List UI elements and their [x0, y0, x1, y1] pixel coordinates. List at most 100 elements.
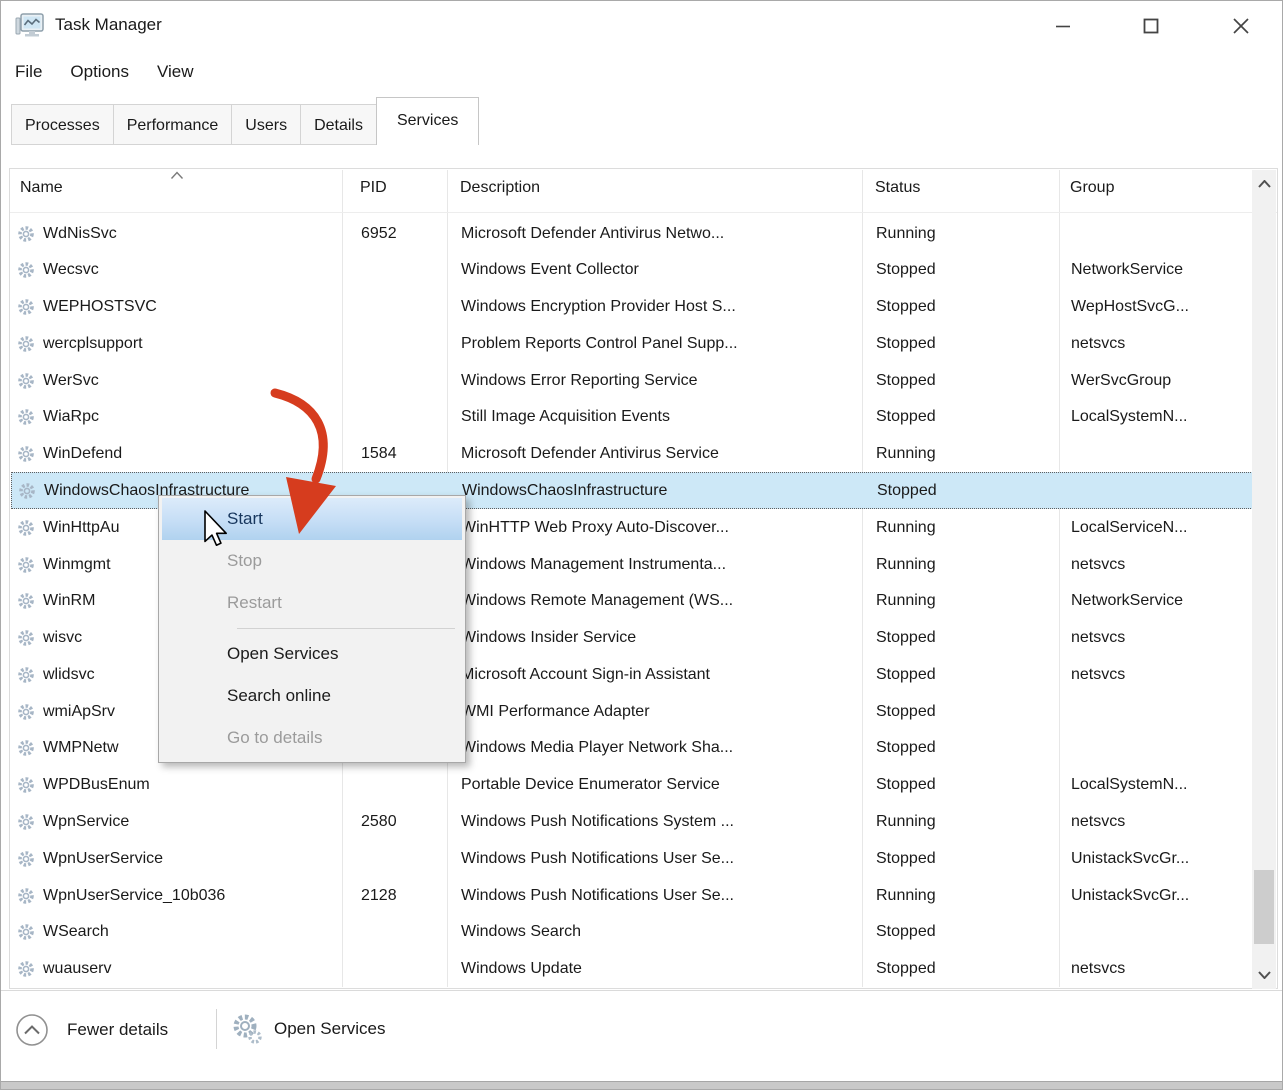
- cell-name: wercplsupport: [43, 335, 143, 353]
- menu-item-options[interactable]: Options: [70, 57, 129, 91]
- cell-name: WiaRpc: [43, 408, 99, 426]
- cell-description: Microsoft Defender Antivirus Netwo...: [461, 225, 724, 243]
- cell-name: wisvc: [43, 629, 82, 647]
- cell-status: Stopped: [876, 372, 936, 390]
- title-bar: Task Manager: [1, 1, 1282, 51]
- menu-item-file[interactable]: File: [15, 57, 42, 91]
- vertical-scrollbar[interactable]: [1252, 170, 1276, 989]
- cell-status: Running: [876, 225, 936, 243]
- cell-group: WepHostSvcG...: [1071, 298, 1189, 316]
- service-gear-icon: [17, 556, 35, 574]
- context-menu-item-start[interactable]: Start: [162, 498, 462, 540]
- close-button[interactable]: [1219, 7, 1263, 45]
- table-row[interactable]: WEPHOSTSVCWindows Encryption Provider Ho…: [11, 289, 1253, 326]
- cell-name: Wecsvc: [43, 261, 99, 279]
- tab-users[interactable]: Users: [231, 104, 301, 145]
- cell-status: Stopped: [876, 960, 936, 978]
- column-header-name[interactable]: Name: [20, 179, 63, 197]
- cell-group: LocalServiceN...: [1071, 519, 1188, 537]
- table-row[interactable]: WinDefend1584Microsoft Defender Antiviru…: [11, 436, 1253, 473]
- cell-group: LocalSystemN...: [1071, 776, 1187, 794]
- service-gear-icon: [17, 372, 35, 390]
- service-gear-icon: [17, 776, 35, 794]
- cell-status: Stopped: [876, 335, 936, 353]
- cell-name: wmiApSrv: [43, 703, 115, 721]
- service-gear-icon: [17, 261, 35, 279]
- cell-description: Still Image Acquisition Events: [461, 408, 670, 426]
- table-row[interactable]: WpnUserServiceWindows Push Notifications…: [11, 840, 1253, 877]
- cell-name: WpnUserService_10b036: [43, 887, 225, 905]
- cell-status: Stopped: [876, 408, 936, 426]
- column-header-pid[interactable]: PID: [360, 179, 387, 197]
- task-manager-window: Task Manager File Options View ProcessesPe…: [0, 0, 1283, 1090]
- tab-performance[interactable]: Performance: [113, 104, 233, 145]
- context-menu-separator: [237, 628, 455, 629]
- service-gear-icon: [17, 923, 35, 941]
- cell-status: Running: [876, 556, 936, 574]
- cell-status: Running: [876, 813, 936, 831]
- cell-description: Windows Push Notifications User Se...: [461, 887, 734, 905]
- maximize-icon: [1143, 18, 1159, 34]
- column-header-group[interactable]: Group: [1070, 179, 1114, 197]
- menu-bar: File Options View: [1, 57, 194, 91]
- service-gear-icon: [17, 519, 35, 537]
- service-gear-icon: [17, 739, 35, 757]
- cell-name: Winmgmt: [43, 556, 111, 574]
- cell-description: Windows Media Player Network Sha...: [461, 739, 733, 757]
- column-header-status[interactable]: Status: [875, 179, 920, 197]
- context-menu-item-restart: Restart: [162, 582, 462, 624]
- cell-name: WinHttpAu: [43, 519, 119, 537]
- table-row[interactable]: WdNisSvc6952Microsoft Defender Antivirus…: [11, 215, 1253, 252]
- cell-status: Running: [876, 592, 936, 610]
- cell-group: netsvcs: [1071, 666, 1125, 684]
- table-row[interactable]: WiaRpc Still Image Acquisition Events Stop…: [11, 399, 1253, 436]
- cell-description: Portable Device Enumerator Service: [461, 776, 720, 794]
- column-header-description[interactable]: Description: [460, 179, 540, 197]
- service-gear-icon: [17, 225, 35, 243]
- table-row[interactable]: wuauservWindows UpdateStoppednetsvcs: [11, 951, 1253, 988]
- cell-description: WindowsChaosInfrastructure: [462, 482, 667, 500]
- cell-group: UnistackSvcGr...: [1071, 850, 1189, 868]
- cell-status: Stopped: [877, 482, 937, 500]
- cell-status: Stopped: [876, 666, 936, 684]
- cell-group: netsvcs: [1071, 335, 1125, 353]
- tab-processes[interactable]: Processes: [11, 104, 114, 145]
- scroll-up-button[interactable]: [1252, 170, 1276, 198]
- cell-description: Windows Management Instrumenta...: [461, 556, 726, 574]
- cell-group: WerSvcGroup: [1071, 372, 1171, 390]
- cell-status: Stopped: [876, 703, 936, 721]
- context-menu-item-open-services[interactable]: Open Services: [162, 633, 462, 675]
- cell-name: WinDefend: [43, 445, 122, 463]
- cell-description: Microsoft Defender Antivirus Service: [461, 445, 719, 463]
- table-row[interactable]: WPDBusEnumPortable Device Enumerator Ser…: [11, 767, 1253, 804]
- open-services-label: Open Services: [274, 1019, 386, 1039]
- maximize-button[interactable]: [1129, 7, 1173, 45]
- tab-details[interactable]: Details: [300, 104, 377, 145]
- minimize-icon: [1055, 18, 1071, 34]
- table-row[interactable]: WSearchWindows SearchStopped: [11, 914, 1253, 951]
- scroll-down-button[interactable]: [1252, 961, 1276, 989]
- scrollbar-thumb[interactable]: [1254, 870, 1274, 944]
- table-row[interactable]: wercplsupportProblem Reports Control Pan…: [11, 325, 1253, 362]
- tab-services[interactable]: Services: [376, 97, 479, 145]
- cell-group: netsvcs: [1071, 813, 1125, 831]
- cell-name: wlidsvc: [43, 666, 95, 684]
- cell-description: WinHTTP Web Proxy Auto-Discover...: [461, 519, 729, 537]
- window-resize-edge[interactable]: [1, 1081, 1282, 1089]
- cell-description: Windows Push Notifications User Se...: [461, 850, 734, 868]
- minimize-button[interactable]: [1041, 7, 1085, 45]
- footer-bar: Fewer details Open Services: [1, 991, 1282, 1083]
- table-row[interactable]: WerSvcWindows Error Reporting ServiceSto…: [11, 362, 1253, 399]
- table-row[interactable]: WpnUserService_10b0362128Windows Push No…: [11, 877, 1253, 914]
- cell-group: netsvcs: [1071, 960, 1125, 978]
- cell-name: wuauserv: [43, 960, 111, 978]
- open-services-link[interactable]: Open Services: [232, 1013, 386, 1045]
- cell-status: Running: [876, 445, 936, 463]
- context-menu-item-search-online[interactable]: Search online: [162, 675, 462, 717]
- fewer-details-button[interactable]: Fewer details: [15, 1013, 168, 1047]
- menu-item-view[interactable]: View: [157, 57, 194, 91]
- service-gear-icon: [17, 703, 35, 721]
- table-row[interactable]: WpnService2580Windows Push Notifications…: [11, 803, 1253, 840]
- chevron-down-icon: [1258, 971, 1271, 979]
- table-row[interactable]: WecsvcWindows Event CollectorStoppedNetw…: [11, 252, 1253, 289]
